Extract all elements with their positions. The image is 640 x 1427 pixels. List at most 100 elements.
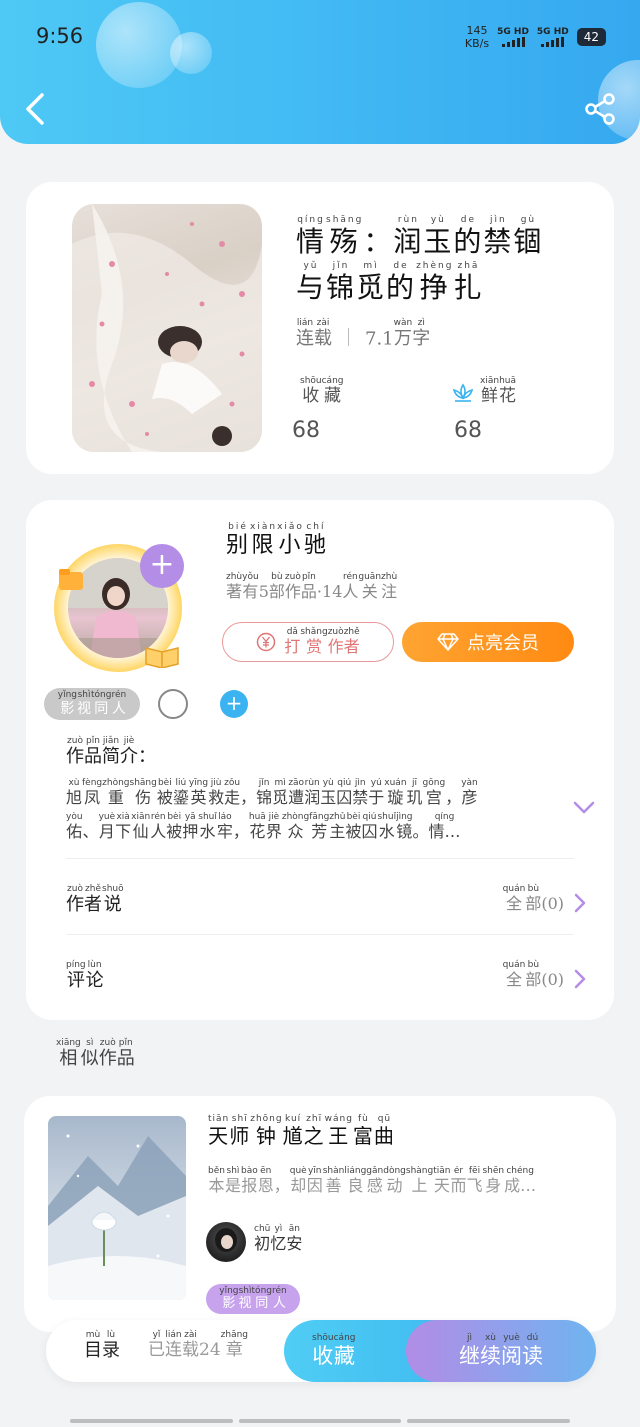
ruby-char: zuò 作 [328,627,344,656]
share-icon[interactable] [584,93,616,125]
ruby-char: xiǎo 小 [277,522,304,558]
similar-book-title[interactable]: tiān 天 shī 师 zhōng 钟 kuí 馗 zhī 之 wáng 王 fù 富 qū 曲 [208,1114,395,1148]
hanzi: 作 [284,582,301,601]
comments-all[interactable]: quán 全 bù 部 (0) [503,960,564,989]
tag-placeholder-circle[interactable] [158,689,188,719]
ruby-char: lùn 论 [86,960,104,992]
hanzi: 锦 [256,788,273,807]
hanzi: 与 [296,270,327,304]
ruby-char: zuò 作 [285,572,301,601]
hanzi: 人 [342,582,359,601]
similar-author-name: chū 初 yì 忆 ān 安 [254,1224,302,1253]
hanzi: 水 [378,822,395,841]
speed-value: 145 [466,24,488,37]
chevron-left-icon[interactable] [22,92,48,126]
signal-1: 5G HD [497,27,529,47]
author-says-all[interactable]: quán 全 bù 部 (0) [503,884,564,913]
hanzi: 续 [480,1344,501,1369]
book-title: qíng 情 shāng 殇 ： rùn 润 yù 玉 de 的 jìn 禁 gù 锢 yǔ 与 jǐn 锦 mì… [296,212,576,304]
hanzi: ， [445,788,462,807]
pinyin: bié [228,522,248,532]
author-meta: zhù 著 yǒu 有 5 bù 部 zuò 作 pǐn 品 ·14 rén 人 guān 关 zhù 注 [226,572,397,601]
flowers-label-text: xiān 鲜 huā 花 [480,376,516,407]
flowers-label[interactable]: xiān 鲜 huā 花 [452,376,516,407]
book-cover[interactable] [72,204,262,452]
hanzi: 身 [485,1176,502,1195]
toc-button[interactable]: mù 目 lù 录 [84,1330,120,1362]
hanzi: 驰 [303,533,328,558]
chevron-right-icon[interactable] [572,892,588,914]
chapter-count: yǐ 已 lián 连 zài 载 24 zhāng 章 [148,1330,248,1361]
ruby-char: huā 花 [249,812,266,841]
ruby-char: qíng 情… [429,812,461,841]
hanzi: 挣 [419,270,450,304]
ruby-char: yòu 佑 [66,812,83,841]
signal-2: 5G HD [537,27,569,47]
hanzi: 被 [156,788,173,807]
ruby-char: zhǔ 主 [329,812,345,841]
divider [66,858,574,859]
ruby-char: shì 视 [239,1286,252,1312]
similar-book-card[interactable]: tiān 天 shī 师 zhōng 钟 kuí 馗 zhī 之 wáng 王 fù 富 qū 曲 běn 本 s… [24,1096,616,1332]
ruby-char: zhī 之 [304,1114,325,1148]
hanzi: 师 [229,1124,251,1148]
similar-book-cover[interactable] [48,1116,186,1300]
hanzi: 部 [268,582,285,601]
ruby-char: gōng 宫 [423,778,446,807]
author-name[interactable]: bié 别 xiàn 限 xiǎo 小 chí 驰 [226,522,328,558]
ruby-char: yàn 彦 [461,778,478,807]
ruby-char: xù 续 [480,1333,501,1368]
add-tag-button[interactable]: + [220,690,248,718]
tip-author-button[interactable]: dǎ 打 shǎng 赏 zuò 作 zhě 者 [222,622,394,662]
author-says-label[interactable]: zuò 作 zhě 者 shuō 说 [66,884,124,916]
ruby-char: pǐn 品 [301,572,317,601]
ruby-char: tóng 同 [252,1286,272,1312]
hanzi: 英 [190,788,207,807]
word-count: 7.1 wàn 万 zì 字 [365,318,430,350]
book-decor-icon [145,647,179,668]
comments-label[interactable]: píng 评 lùn 论 [66,960,104,992]
activate-vip-button[interactable]: 点亮会员 [402,622,574,662]
ruby-char: yù 玉 [320,778,336,807]
hanzi: 目 [84,1340,102,1361]
hanzi: 作 [98,1048,117,1069]
hanzi: 佑 [66,822,83,841]
ruby-char: shōu 收 [312,1333,334,1368]
ruby-char: zuò 作 [99,1038,117,1070]
hanzi: 限 [251,533,276,558]
chevron-down-icon[interactable] [572,800,596,816]
ruby-char: ， [274,1166,290,1195]
hanzi: 天 [433,1176,450,1195]
ruby-char: yuè 月 [99,812,116,841]
chevron-right-icon[interactable] [572,968,588,990]
similar-genre-tag: yǐng 影 shì 视 tóng 同 rén 人 [206,1284,300,1314]
folder-decor-icon [59,569,83,590]
ruby-char: jì 继 [459,1333,480,1368]
ruby-char: chéng 成… [504,1166,536,1195]
hanzi: 之 [303,1124,325,1148]
hanzi: 囚 [361,822,378,841]
hanzi: 阅 [501,1344,522,1369]
bottom-action-bar: mù 目 lù 录 yǐ 已 lián 连 zài 载 24 zhāng 章 shōu 收 cáng 藏 … [46,1320,596,1382]
ruby-char: zhòng 重 [102,778,129,807]
flowers-count: 68 [454,418,482,443]
hanzi: 关 [361,582,378,601]
hanzi: 润 [393,224,424,258]
hanzi: 视 [238,1296,252,1312]
book-meta: lián 连 zài 载 7.1 wàn 万 zì 字 [296,318,430,350]
hanzi: ·14 [316,582,343,601]
ruby-char: dú 读 [522,1333,543,1368]
hanzi: 富 [352,1124,374,1148]
ruby-char: bù 部 [269,572,285,601]
hanzi: 说 [103,894,122,915]
hanzi: 同 [255,1296,269,1312]
follow-author-button[interactable]: + [140,544,184,588]
ruby-char: rén 人 [150,812,166,841]
ruby-char: zuò 作 [66,884,84,916]
hanzi: 相 [59,1048,78,1069]
ruby-char: tiān 天 [433,1166,450,1195]
hanzi: 品 [300,582,317,601]
ruby-char: jìng 镜 [396,812,412,841]
continue-reading-button[interactable]: jì 继 xù 续 yuè 阅 dú 读 [406,1320,596,1382]
genre-tag[interactable]: yǐng 影 shì 视 tóng 同 rén 人 [44,688,140,720]
